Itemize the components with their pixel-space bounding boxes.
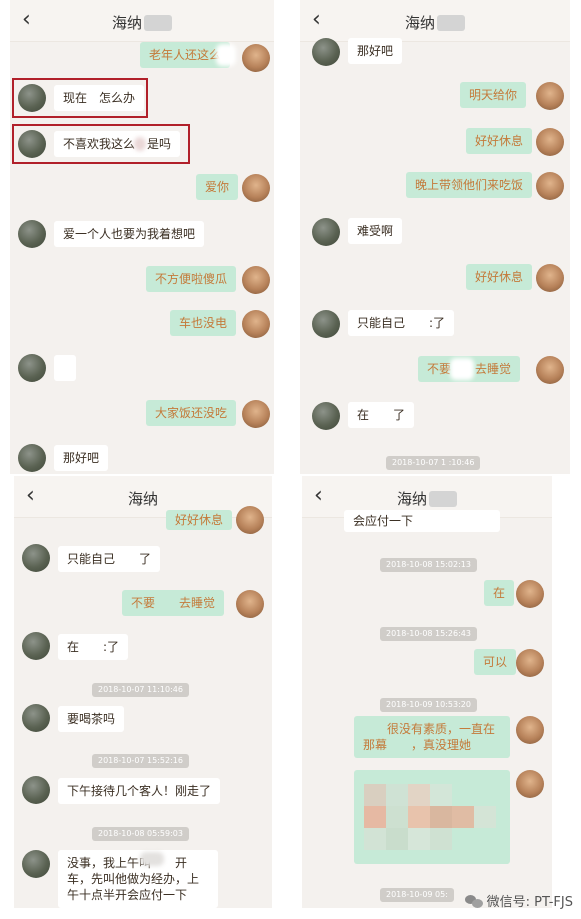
message-bubble-in[interactable]: 在 :了 — [58, 634, 129, 660]
wechat-icon — [464, 894, 483, 908]
chat-header: ‹ 海纳 — [10, 0, 274, 42]
message-bubble-in[interactable]: 没事，我上午叫 开车，先叫他做为经办，上午十点半开会应付一下 — [58, 850, 218, 908]
timestamp: 2018-10-07 1 :10:46 — [386, 456, 481, 470]
avatar — [18, 84, 46, 112]
redacted-name — [429, 491, 457, 507]
avatar — [242, 174, 270, 202]
avatar — [242, 44, 270, 72]
message-bubble-out[interactable]: 好好休息 — [466, 128, 533, 154]
avatar — [516, 770, 544, 798]
chat-title: 海纳 — [404, 14, 435, 32]
avatar — [312, 218, 340, 246]
avatar — [516, 649, 544, 677]
message-bubble-in[interactable]: 只能自己 了 — [58, 546, 161, 572]
avatar — [18, 220, 46, 248]
message-bubble-out[interactable]: 好好休息 — [166, 510, 233, 530]
pixelated-image — [364, 784, 496, 850]
message-bubble-in[interactable]: 下午接待几个客人！刚走了 — [58, 778, 221, 804]
redaction — [134, 137, 146, 151]
watermark: 微信号: PT-FJS — [464, 893, 573, 913]
message-bubble-in[interactable]: 在 了 — [348, 402, 415, 428]
avatar — [22, 544, 50, 572]
avatar — [242, 266, 270, 294]
avatar — [18, 444, 46, 472]
avatar — [22, 704, 50, 732]
avatar — [536, 82, 564, 110]
redaction — [140, 852, 164, 866]
avatar — [536, 264, 564, 292]
chat-panel-1: ‹ 海纳 老年人还这么 现在 怎么办 不喜欢我这么 是吗 爱你 爱一个人也要为我… — [10, 0, 274, 474]
message-bubble-in[interactable]: 难受啊 — [348, 218, 403, 244]
image-message[interactable] — [354, 770, 510, 864]
message-bubble-in[interactable]: 要喝茶吗 — [58, 706, 125, 732]
message-bubble-in[interactable] — [54, 355, 76, 381]
message-bubble-in[interactable]: 现在 怎么办 — [54, 85, 145, 111]
avatar — [22, 776, 50, 804]
message-bubble-out[interactable]: 不方便啦傻瓜 — [146, 266, 237, 292]
avatar — [536, 128, 564, 156]
message-bubble-in[interactable]: 那好吧 — [54, 445, 109, 471]
watermark-text: 微信号: PT-FJS — [486, 895, 573, 910]
avatar — [18, 130, 46, 158]
chat-panel-3: ‹ 海纳 好好休息 只能自己 了 不要 去睡觉 在 :了 2018-10-07 … — [14, 476, 272, 908]
chat-header: ‹ 海纳 — [14, 476, 272, 518]
chat-title: 海纳 — [111, 14, 142, 32]
message-bubble-in[interactable]: 那好吧 — [348, 38, 403, 64]
message-bubble-in[interactable]: 会应付一下 — [344, 510, 500, 532]
message-bubble-out[interactable]: 车也没电 — [170, 310, 237, 336]
redaction — [450, 358, 474, 380]
chat-panel-2: ‹ 海纳 那好吧 明天给你 好好休息 晚上带领他们来吃饭 难受啊 好好休息 只能… — [300, 0, 570, 474]
avatar — [312, 402, 340, 430]
timestamp: 2018-10-07 15:52:16 — [92, 754, 189, 768]
message-bubble-out[interactable]: 爱你 — [196, 174, 239, 200]
avatar — [242, 310, 270, 338]
message-bubble-in[interactable]: 不喜欢我这么 是吗 — [54, 131, 181, 157]
message-bubble-out[interactable]: 可以 — [474, 649, 517, 675]
avatar — [22, 632, 50, 660]
message-bubble-out[interactable]: 大家饭还没吃 — [146, 400, 237, 426]
avatar — [516, 716, 544, 744]
avatar — [242, 400, 270, 428]
redacted-name — [144, 15, 172, 31]
avatar — [18, 354, 46, 382]
message-bubble-out[interactable]: 晚上带领他们来吃饭 — [406, 172, 533, 198]
avatar — [312, 38, 340, 66]
redacted-name — [437, 15, 465, 31]
message-bubble-out[interactable]: 很没有素质，一直在那幕 ，真没理她 — [354, 716, 510, 758]
message-bubble-out[interactable]: 不要 去睡觉 — [122, 590, 225, 616]
timestamp: 2018-10-08 15:02:13 — [380, 558, 477, 572]
avatar — [236, 506, 264, 534]
timestamp: 2018-10-07 11:10:46 — [92, 683, 189, 697]
chat-header: ‹ 海纳 — [300, 0, 570, 42]
chat-panel-4: ‹ 海纳 会应付一下 2018-10-08 15:02:13 在 2018-10… — [302, 476, 552, 908]
timestamp: 2018-10-09 10:53:20 — [380, 698, 477, 712]
chat-title: 海纳 — [127, 490, 158, 508]
message-bubble-out[interactable]: 好好休息 — [466, 264, 533, 290]
timestamp: 2018-10-09 05: — [380, 888, 454, 902]
avatar — [312, 310, 340, 338]
avatar — [22, 850, 50, 878]
avatar — [516, 580, 544, 608]
avatar — [536, 356, 564, 384]
avatar — [536, 172, 564, 200]
chat-title: 海纳 — [396, 490, 427, 508]
message-bubble-in[interactable]: 只能自己 :了 — [348, 310, 455, 336]
timestamp: 2018-10-08 15:26:43 — [380, 627, 477, 641]
avatar — [236, 590, 264, 618]
message-bubble-in[interactable]: 爱一个人也要为我着想吧 — [54, 221, 205, 247]
message-bubble-out[interactable]: 在 — [484, 580, 515, 606]
redaction — [216, 44, 236, 66]
timestamp: 2018-10-08 05:59:03 — [92, 827, 189, 841]
message-bubble-out[interactable]: 明天给你 — [460, 82, 527, 108]
